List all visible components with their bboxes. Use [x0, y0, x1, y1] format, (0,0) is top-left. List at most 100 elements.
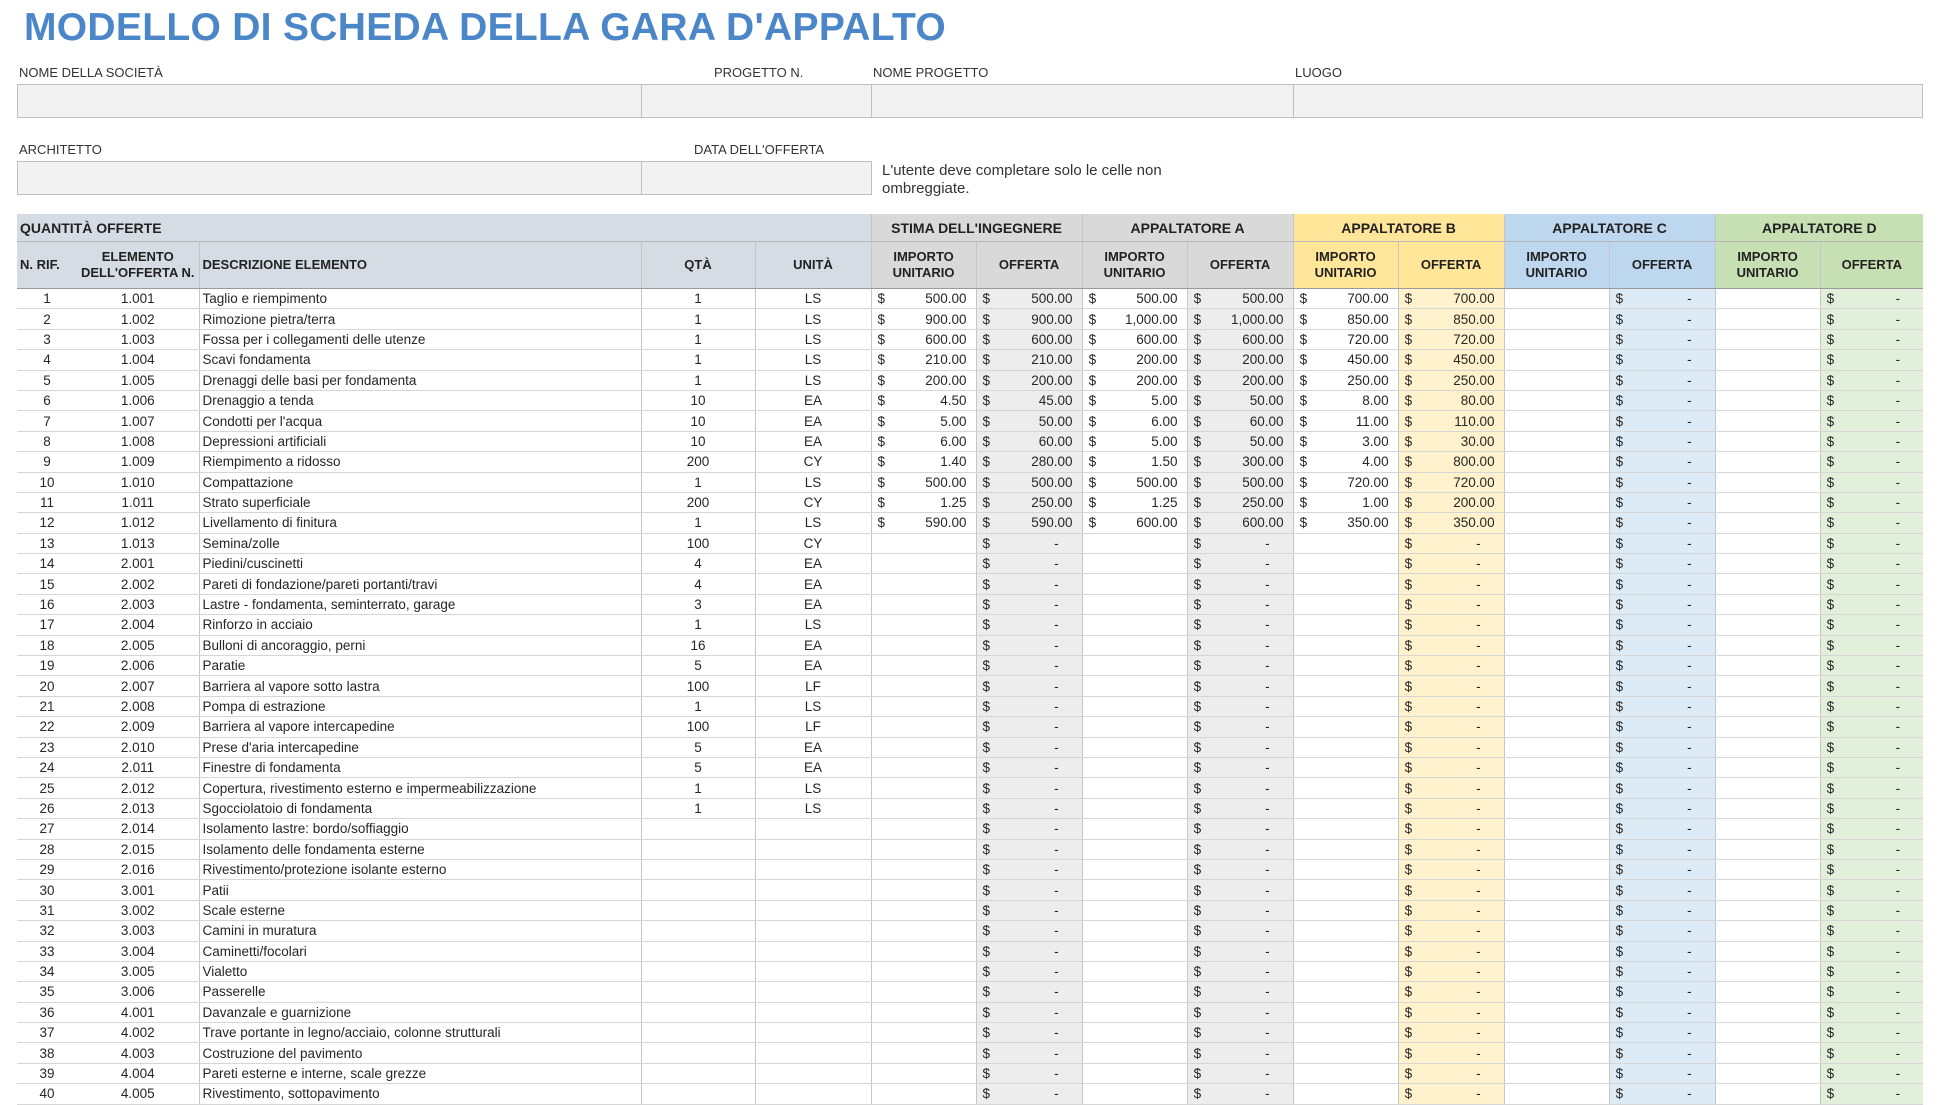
unit-price-cell[interactable]: [1714, 900, 1821, 922]
unit-price-cell[interactable]: [1503, 308, 1610, 330]
unit-price-cell[interactable]: [1714, 839, 1821, 860]
unit-price-cell[interactable]: [870, 533, 977, 555]
unit-price-cell[interactable]: [1503, 492, 1610, 514]
unit-price-cell[interactable]: [1081, 573, 1188, 595]
unit-price-cell[interactable]: [1503, 349, 1610, 371]
unit-price-cell[interactable]: [1503, 431, 1610, 453]
unit-price-cell[interactable]: [870, 818, 977, 840]
unit-price-cell[interactable]: $5.00: [870, 410, 977, 432]
qty-cell[interactable]: 1: [640, 308, 755, 330]
unit-price-cell[interactable]: [1503, 614, 1610, 636]
unit-price-cell[interactable]: $500.00: [1081, 472, 1188, 493]
unit-price-cell[interactable]: [1081, 920, 1188, 942]
unit-price-cell[interactable]: [1081, 879, 1188, 901]
unit-price-cell[interactable]: $700.00: [1292, 288, 1399, 310]
unit-price-cell[interactable]: $200.00: [870, 370, 977, 391]
unit-price-cell[interactable]: [1714, 941, 1821, 962]
unit-price-cell[interactable]: [1292, 757, 1399, 779]
unit-price-cell[interactable]: [870, 1083, 977, 1105]
qty-cell[interactable]: [640, 1002, 755, 1024]
unit-price-cell[interactable]: $6.00: [870, 431, 977, 453]
unit-price-cell[interactable]: $200.00: [1081, 349, 1188, 371]
unit-price-cell[interactable]: [870, 1022, 977, 1044]
unit-price-cell[interactable]: [870, 839, 977, 860]
unit-price-cell[interactable]: [1081, 716, 1188, 738]
unit-price-cell[interactable]: $500.00: [870, 288, 977, 310]
description-cell[interactable]: Davanzale e guarnizione: [198, 1002, 641, 1024]
description-cell[interactable]: Isolamento delle fondamenta esterne: [198, 839, 641, 860]
unit-cell[interactable]: [754, 879, 872, 901]
qty-cell[interactable]: 16: [640, 635, 755, 657]
unit-price-cell[interactable]: [1292, 737, 1399, 758]
unit-price-cell[interactable]: [1292, 941, 1399, 962]
qty-cell[interactable]: 1: [640, 798, 755, 820]
unit-price-cell[interactable]: [1503, 981, 1610, 1003]
unit-cell[interactable]: LS: [754, 308, 872, 330]
unit-price-cell[interactable]: [1292, 879, 1399, 901]
unit-price-cell[interactable]: [1503, 859, 1610, 881]
unit-price-cell[interactable]: $1.40: [870, 451, 977, 473]
unit-price-cell[interactable]: [870, 941, 977, 962]
unit-price-cell[interactable]: [1081, 533, 1188, 555]
description-cell[interactable]: Compattazione: [198, 472, 641, 493]
project-number-field[interactable]: [641, 84, 872, 118]
qty-cell[interactable]: 1: [640, 696, 755, 718]
unit-price-cell[interactable]: $6.00: [1081, 410, 1188, 432]
unit-price-cell[interactable]: [1503, 920, 1610, 942]
unit-price-cell[interactable]: [1714, 492, 1821, 514]
unit-cell[interactable]: LS: [754, 777, 872, 799]
qty-cell[interactable]: [640, 981, 755, 1003]
description-cell[interactable]: Vialetto: [198, 961, 641, 983]
description-cell[interactable]: Piedini/cuscinetti: [198, 553, 641, 575]
unit-price-cell[interactable]: [870, 981, 977, 1003]
description-cell[interactable]: Camini in muratura: [198, 920, 641, 942]
unit-price-cell[interactable]: [1503, 329, 1610, 351]
unit-price-cell[interactable]: $5.00: [1081, 390, 1188, 412]
unit-price-cell[interactable]: [1714, 696, 1821, 718]
unit-price-cell[interactable]: [870, 961, 977, 983]
description-cell[interactable]: Barriera al vapore sotto lastra: [198, 675, 641, 697]
unit-price-cell[interactable]: [1081, 818, 1188, 840]
unit-price-cell[interactable]: [870, 655, 977, 677]
unit-price-cell[interactable]: [1503, 900, 1610, 922]
unit-price-cell[interactable]: [1714, 553, 1821, 575]
unit-price-cell[interactable]: [1081, 757, 1188, 779]
unit-price-cell[interactable]: [1081, 1022, 1188, 1044]
unit-price-cell[interactable]: [1081, 737, 1188, 758]
unit-price-cell[interactable]: [870, 553, 977, 575]
description-cell[interactable]: Copertura, rivestimento esterno e imperm…: [198, 777, 641, 799]
description-cell[interactable]: Riempimento a ridosso: [198, 451, 641, 473]
unit-cell[interactable]: CY: [754, 451, 872, 473]
unit-price-cell[interactable]: [1292, 839, 1399, 860]
qty-cell[interactable]: 1: [640, 614, 755, 636]
unit-price-cell[interactable]: [1503, 1022, 1610, 1044]
description-cell[interactable]: Rivestimento, sottopavimento: [198, 1083, 641, 1105]
unit-cell[interactable]: EA: [754, 410, 872, 432]
unit-price-cell[interactable]: [1503, 737, 1610, 758]
description-cell[interactable]: Condotti per l'acqua: [198, 410, 641, 432]
unit-price-cell[interactable]: [1503, 879, 1610, 901]
unit-price-cell[interactable]: [1081, 1002, 1188, 1024]
unit-price-cell[interactable]: [1714, 777, 1821, 799]
description-cell[interactable]: Pareti esterne e interne, scale grezze: [198, 1063, 641, 1085]
unit-price-cell[interactable]: $450.00: [1292, 349, 1399, 371]
unit-price-cell[interactable]: [1292, 900, 1399, 922]
unit-price-cell[interactable]: [1714, 961, 1821, 983]
unit-cell[interactable]: [754, 1022, 872, 1044]
unit-price-cell[interactable]: $200.00: [1081, 370, 1188, 391]
unit-price-cell[interactable]: $1.00: [1292, 492, 1399, 514]
unit-price-cell[interactable]: $250.00: [1292, 370, 1399, 391]
unit-price-cell[interactable]: [1292, 859, 1399, 881]
unit-price-cell[interactable]: [1503, 288, 1610, 310]
unit-price-cell[interactable]: [870, 716, 977, 738]
unit-price-cell[interactable]: [1714, 308, 1821, 330]
unit-price-cell[interactable]: [1292, 533, 1399, 555]
unit-cell[interactable]: EA: [754, 594, 872, 616]
unit-price-cell[interactable]: $5.00: [1081, 431, 1188, 453]
description-cell[interactable]: Pompa di estrazione: [198, 696, 641, 718]
qty-cell[interactable]: [640, 859, 755, 881]
unit-price-cell[interactable]: [1292, 818, 1399, 840]
unit-price-cell[interactable]: [1503, 655, 1610, 677]
unit-price-cell[interactable]: [1503, 941, 1610, 962]
unit-cell[interactable]: [754, 1042, 872, 1064]
